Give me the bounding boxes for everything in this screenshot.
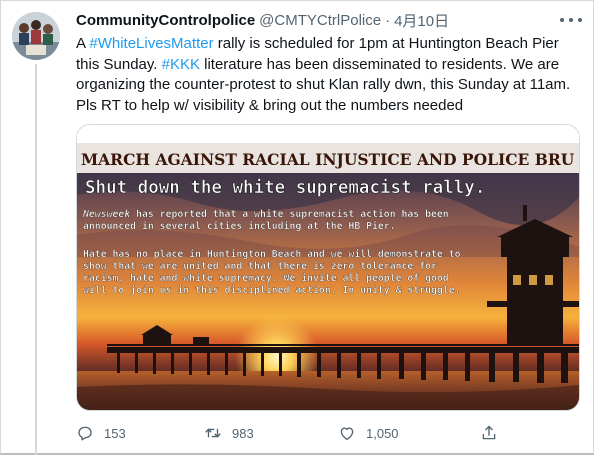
thread-line [35,64,37,455]
retweet-button[interactable]: 983 [204,424,254,442]
flyer-paragraph-1-line-1: Newsweek has reported that a white supre… [82,208,449,220]
flyer-image: MARCH AGAINST RACIAL INJUSTICE AND POLIC… [77,125,579,410]
user-handle[interactable]: @CMTYCtrlPolice [259,12,381,29]
retweet-count: 983 [232,425,254,441]
tweet-actions: 153 983 1,050 [76,424,506,444]
like-button[interactable]: 1,050 [338,424,399,442]
tweet-text-segment: A [76,35,90,52]
like-icon [340,427,354,441]
like-count: 1,050 [366,425,399,441]
flyer-paragraph-2-line-3: racism, hate and white supremacy. We inv… [83,272,449,284]
reply-count: 153 [104,425,126,441]
share-icon [482,425,496,440]
reply-icon [78,426,92,441]
flyer-paragraph-2-line-4: will to join us in this disciplined acti… [83,284,461,296]
flyer-paragraph-1-line-2: announced in several cities including at… [83,220,396,232]
reply-button[interactable]: 153 [76,424,126,442]
hashtag-link-kkk[interactable]: #KKK [162,56,200,73]
hashtag-link-whitelivesmatter[interactable]: #WhiteLivesMatter [89,35,213,52]
retweet-icon [205,428,221,438]
flyer-paragraph-1-text: has reported that a white supremacist ac… [130,208,449,220]
flyer-headline: Shut down the white supremacist rally. [85,178,485,198]
tweet-header: CommunityControlpolice @CMTYCtrlPolice ·… [76,10,558,30]
avatar-image [12,12,60,60]
separator-dot: · [385,11,391,29]
tweet-media-image[interactable]: MARCH AGAINST RACIAL INJUSTICE AND POLIC… [76,124,580,411]
tweet-text: A #WhiteLivesMatter rally is scheduled f… [76,34,584,116]
flyer-banner: MARCH AGAINST RACIAL INJUSTICE AND POLIC… [81,150,575,169]
tweet-date[interactable]: 4月10日 [394,10,449,31]
flyer-paragraph-2-line-2: show that we are united and that there i… [83,260,437,272]
flyer-source: Newsweek [82,209,131,220]
display-name[interactable]: CommunityControlpolice [76,12,255,29]
share-button[interactable] [480,424,498,442]
flyer-paragraph-2-line-1: Hate has no place in Huntington Beach an… [83,248,461,260]
more-icon[interactable] [560,12,582,28]
avatar[interactable] [12,12,60,60]
